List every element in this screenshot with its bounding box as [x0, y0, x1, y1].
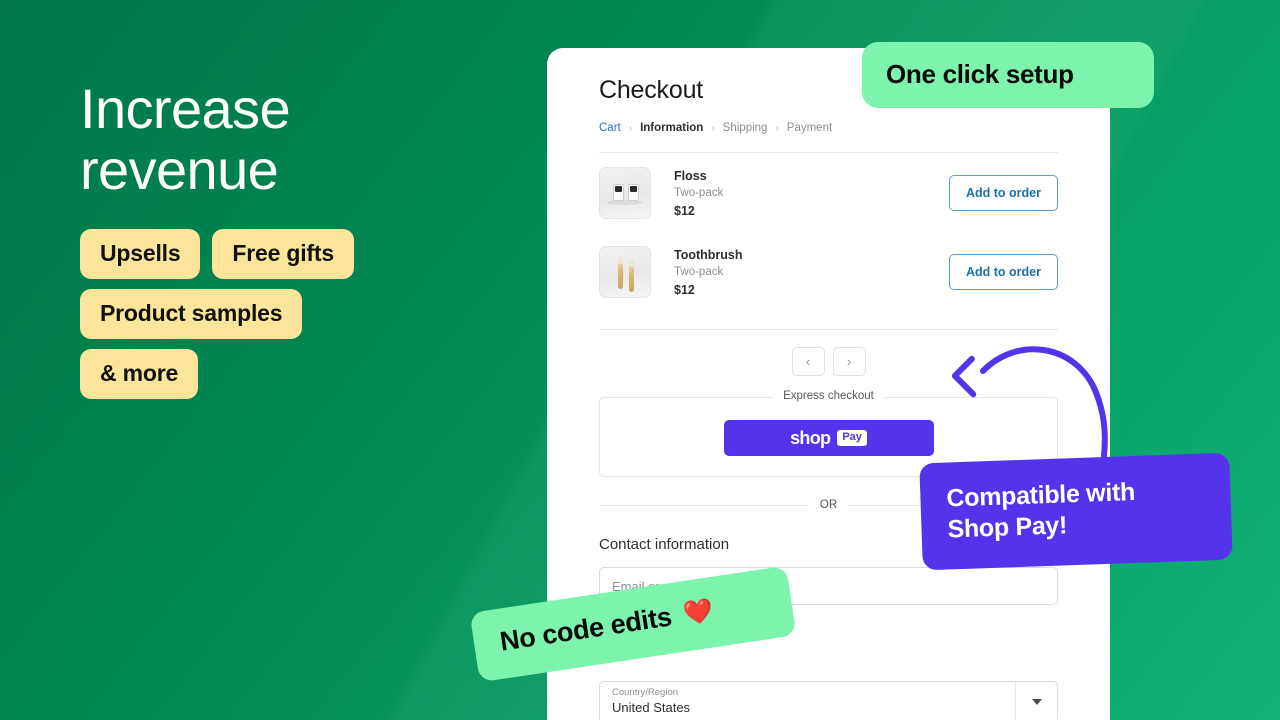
breadcrumb-separator-icon: › — [775, 122, 779, 134]
shop-pay-badge: Pay — [837, 430, 867, 446]
feature-pill-row: Product samples — [80, 289, 303, 339]
callout-no-code-edits-text: No code edits — [497, 601, 674, 657]
product-thumbnail-floss — [599, 167, 651, 219]
callout-one-click-setup: One click setup — [862, 42, 1154, 108]
breadcrumb-separator-icon: › — [628, 122, 633, 134]
feature-pill-more: & more — [80, 349, 199, 399]
product-name: Floss — [674, 168, 707, 183]
feature-pill-list: Upsells Free gifts Product samples & mor… — [80, 229, 500, 399]
chevron-left-icon[interactable]: ‹ — [791, 347, 825, 376]
promo-panel: Increase revenue Upsells Free gifts Prod… — [80, 78, 500, 399]
shop-pay-wordmark: shop — [790, 427, 831, 448]
breadcrumb-item-payment[interactable]: Payment — [787, 122, 832, 134]
add-to-order-button-floss[interactable]: Add to order — [949, 175, 1058, 211]
breadcrumb: Cart › Information › Shipping › Payment — [599, 122, 1058, 134]
product-variant: Two-pack — [674, 265, 724, 278]
product-price: $12 — [674, 203, 695, 218]
product-price: $12 — [674, 282, 695, 297]
country-region-select[interactable]: Country/Region United States — [599, 681, 1058, 720]
product-variant: Two-pack — [674, 186, 724, 199]
feature-pill-row: & more — [80, 349, 199, 399]
feature-pill-product-samples: Product samples — [80, 289, 303, 339]
product-thumbnail-toothbrush — [599, 246, 651, 298]
heart-icon: ❤️ — [681, 596, 715, 628]
product-carousel-pagination: ‹ › — [599, 347, 1058, 376]
feature-pill-upsells: Upsells — [80, 229, 201, 279]
callout-compatible-shop-pay: Compatible with Shop Pay! — [919, 452, 1233, 571]
breadcrumb-item-information[interactable]: Information — [640, 122, 703, 134]
add-to-order-button-toothbrush[interactable]: Add to order — [949, 254, 1058, 290]
chevron-down-icon[interactable] — [1015, 682, 1057, 720]
chevron-right-icon[interactable]: › — [832, 347, 866, 376]
breadcrumb-item-shipping[interactable]: Shipping — [723, 122, 768, 134]
breadcrumb-separator-icon: › — [711, 122, 715, 134]
shop-pay-button[interactable]: shop Pay — [723, 420, 934, 456]
page-title: Increase revenue — [80, 77, 291, 201]
express-checkout-label: Express checkout — [773, 390, 884, 402]
product-row: Toothbrush Two-pack $12 Add to order — [599, 232, 1058, 311]
feature-pill-free-gifts: Free gifts — [212, 229, 354, 279]
country-region-label: Country/Region — [612, 687, 679, 699]
product-name: Toothbrush — [674, 247, 743, 262]
breadcrumb-item-cart[interactable]: Cart — [599, 122, 621, 134]
or-label: OR — [819, 499, 838, 511]
country-region-value: United States — [612, 699, 691, 715]
feature-pill-row: Upsells Free gifts — [80, 229, 354, 279]
contact-information-title: Contact information — [599, 536, 730, 553]
product-row: Floss Two-pack $12 Add to order — [599, 153, 1058, 232]
divider — [599, 329, 1058, 330]
callout-compatible-shop-pay-text: Compatible with Shop Pay! — [945, 477, 1136, 544]
